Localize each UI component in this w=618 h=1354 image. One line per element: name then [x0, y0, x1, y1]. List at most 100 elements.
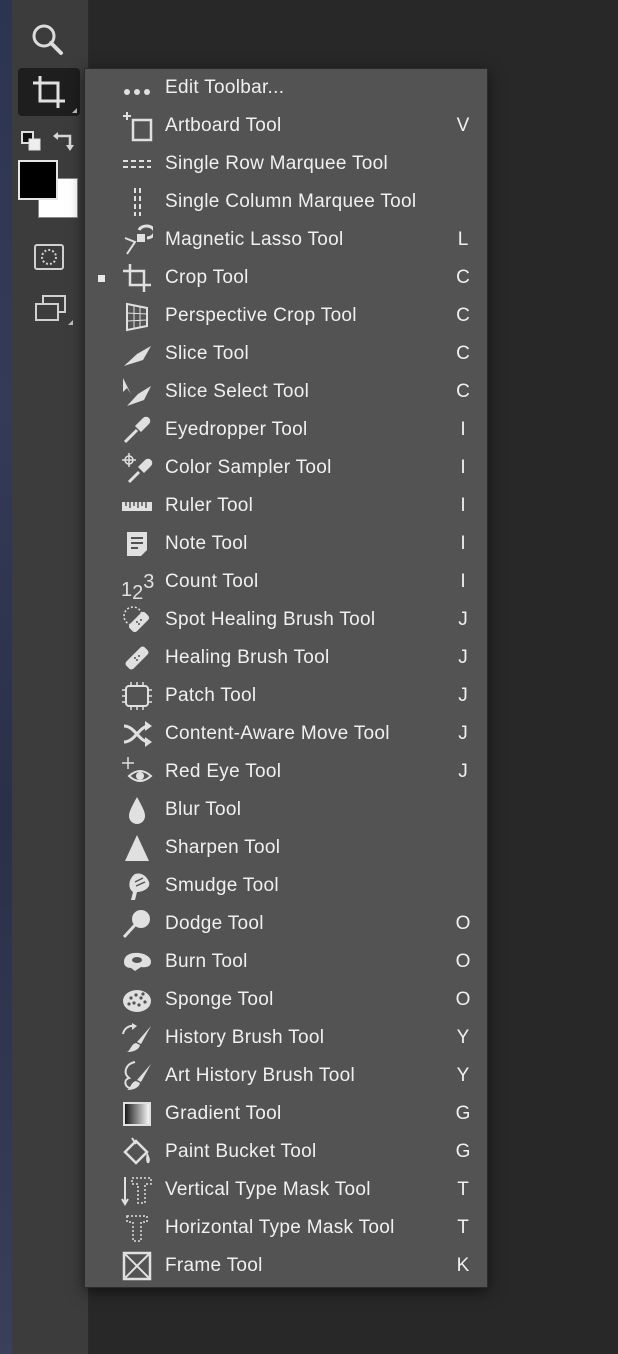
- menu-item-label: Crop Tool: [165, 267, 249, 288]
- zoom-icon: [32, 24, 63, 55]
- menu-item-artboard-tool[interactable]: Artboard Tool V: [85, 107, 487, 145]
- sharpen-icon: [125, 835, 149, 861]
- menu-item-label: Frame Tool: [165, 1255, 263, 1276]
- menu-item-burn-tool[interactable]: Burn Tool O: [85, 943, 487, 981]
- foreground-color-swatch[interactable]: [18, 160, 58, 200]
- menu-item-label: Burn Tool: [165, 951, 248, 972]
- menu-item-label: Perspective Crop Tool: [165, 305, 357, 326]
- menu-item-shortcut: J: [458, 647, 468, 668]
- menu-item-magnetic-lasso-tool[interactable]: Magnetic Lasso Tool L: [85, 221, 487, 259]
- menu-item-single-column-marquee-tool[interactable]: Single Column Marquee Tool: [85, 183, 487, 221]
- menu-item-shortcut: O: [455, 989, 471, 1010]
- art-history-brush-icon: [124, 1061, 151, 1090]
- menu-item-shortcut: J: [458, 685, 468, 706]
- menu-item-shortcut: G: [455, 1141, 471, 1162]
- menu-item-frame-tool[interactable]: Frame Tool K: [85, 1247, 487, 1285]
- burn-icon: [124, 952, 151, 971]
- dodge-icon: [122, 910, 150, 939]
- quick-mask-button[interactable]: [30, 238, 68, 276]
- menu-item-single-row-marquee-tool[interactable]: Single Row Marquee Tool: [85, 145, 487, 183]
- menu-item-horizontal-type-mask-tool[interactable]: Horizontal Type Mask Tool T: [85, 1209, 487, 1247]
- menu-item-label: Dodge Tool: [165, 913, 264, 934]
- menu-item-blur-tool[interactable]: Blur Tool: [85, 791, 487, 829]
- menu-item-vertical-type-mask-tool[interactable]: Vertical Type Mask Tool T: [85, 1171, 487, 1209]
- menu-item-label: Art History Brush Tool: [165, 1065, 355, 1086]
- menu-item-content-aware-move-tool[interactable]: Content-Aware Move Tool J: [85, 715, 487, 753]
- screen-mode-button[interactable]: [26, 290, 76, 328]
- menu-item-label: Vertical Type Mask Tool: [165, 1179, 371, 1200]
- menu-item-label: Note Tool: [165, 533, 248, 554]
- crop-icon: [33, 76, 65, 108]
- menu-item-shortcut: J: [458, 609, 468, 630]
- menu-item-label: Sponge Tool: [165, 989, 274, 1010]
- menu-item-paint-bucket-tool[interactable]: Paint Bucket Tool G: [85, 1133, 487, 1171]
- menu-item-shortcut: V: [456, 115, 470, 136]
- desktop-background: [0, 0, 12, 1354]
- menu-item-label: Healing Brush Tool: [165, 647, 330, 668]
- menu-item-shortcut: C: [456, 381, 470, 402]
- hand-icon: [34, 0, 62, 7]
- menu-item-sharpen-tool[interactable]: Sharpen Tool: [85, 829, 487, 867]
- magnetic-lasso-icon: [124, 224, 153, 255]
- menu-item-shortcut: I: [460, 457, 466, 478]
- menu-item-label: Sharpen Tool: [165, 837, 281, 858]
- menu-item-shortcut: T: [457, 1217, 469, 1238]
- artboard-icon: [123, 112, 153, 142]
- menu-item-sponge-tool[interactable]: Sponge Tool O: [85, 981, 487, 1019]
- zoom-tool-button[interactable]: [26, 20, 70, 60]
- menu-item-count-tool[interactable]: 123 Count Tool I: [85, 563, 487, 604]
- menu-item-shortcut: G: [455, 1103, 471, 1124]
- menu-item-smudge-tool[interactable]: Smudge Tool: [85, 867, 487, 905]
- menu-item-patch-tool[interactable]: Patch Tool J: [85, 677, 487, 715]
- menu-item-label: Gradient Tool: [165, 1103, 282, 1124]
- menu-item-slice-select-tool[interactable]: Slice Select Tool C: [85, 373, 487, 411]
- spot-healing-icon: [123, 606, 150, 633]
- menu-item-spot-healing-brush-tool[interactable]: Spot Healing Brush Tool J: [85, 601, 487, 639]
- menu-item-color-sampler-tool[interactable]: Color Sampler Tool I: [85, 449, 487, 487]
- vertical-type-mask-icon: [121, 1177, 152, 1206]
- menu-item-art-history-brush-tool[interactable]: Art History Brush Tool Y: [85, 1057, 487, 1095]
- healing-brush-icon: [125, 646, 149, 670]
- menu-item-red-eye-tool[interactable]: Red Eye Tool J: [85, 753, 487, 791]
- default-colors-button[interactable]: [20, 130, 42, 152]
- menu-item-label: Single Column Marquee Tool: [165, 191, 417, 212]
- screen-mode-icon: [35, 295, 66, 321]
- menu-item-note-tool[interactable]: Note Tool I: [85, 525, 487, 563]
- menu-item-dodge-tool[interactable]: Dodge Tool O: [85, 905, 487, 943]
- crop-icon: [123, 264, 151, 292]
- content-aware-move-icon: [123, 721, 152, 747]
- hand-tool-button[interactable]: [32, 0, 64, 8]
- menu-item-slice-tool[interactable]: Slice Tool C: [85, 335, 487, 373]
- slice-icon: [124, 346, 151, 366]
- crop-tool-button[interactable]: [18, 68, 80, 116]
- menu-item-shortcut: Y: [456, 1027, 470, 1048]
- menu-item-label: Red Eye Tool: [165, 761, 282, 782]
- menu-item-ruler-tool[interactable]: Ruler Tool I: [85, 487, 487, 525]
- menu-item-healing-brush-tool[interactable]: Healing Brush Tool J: [85, 639, 487, 677]
- menu-item-shortcut: O: [455, 951, 471, 972]
- color-sampler-icon: [122, 453, 153, 484]
- menu-item-label: Count Tool: [165, 571, 259, 592]
- swap-arrow-icon: [53, 132, 74, 151]
- tool-group-corner: [68, 320, 73, 325]
- menu-item-label: Magnetic Lasso Tool: [165, 229, 344, 250]
- menu-item-history-brush-tool[interactable]: History Brush Tool Y: [85, 1019, 487, 1057]
- menu-item-edit-toolbar[interactable]: Edit Toolbar...: [85, 69, 487, 107]
- menu-item-perspective-crop-tool[interactable]: Perspective Crop Tool C: [85, 297, 487, 335]
- menu-item-shortcut: I: [460, 533, 466, 554]
- menu-item-label: Paint Bucket Tool: [165, 1141, 317, 1162]
- dots-icon: [124, 89, 150, 95]
- perspective-crop-icon: [126, 302, 148, 332]
- menu-item-crop-tool[interactable]: Crop Tool C: [85, 259, 487, 297]
- swap-colors-button[interactable]: [50, 126, 78, 154]
- eyedropper-icon: [123, 416, 151, 444]
- red-eye-icon: [122, 757, 153, 782]
- menu-item-eyedropper-tool[interactable]: Eyedropper Tool I: [85, 411, 487, 449]
- smudge-icon: [129, 873, 150, 900]
- menu-item-shortcut: I: [460, 571, 466, 592]
- frame-icon: [122, 1251, 152, 1281]
- slice-select-icon: [123, 378, 151, 406]
- menu-item-label: History Brush Tool: [165, 1027, 325, 1048]
- menu-item-label: Edit Toolbar...: [165, 77, 285, 98]
- menu-item-gradient-tool[interactable]: Gradient Tool G: [85, 1095, 487, 1133]
